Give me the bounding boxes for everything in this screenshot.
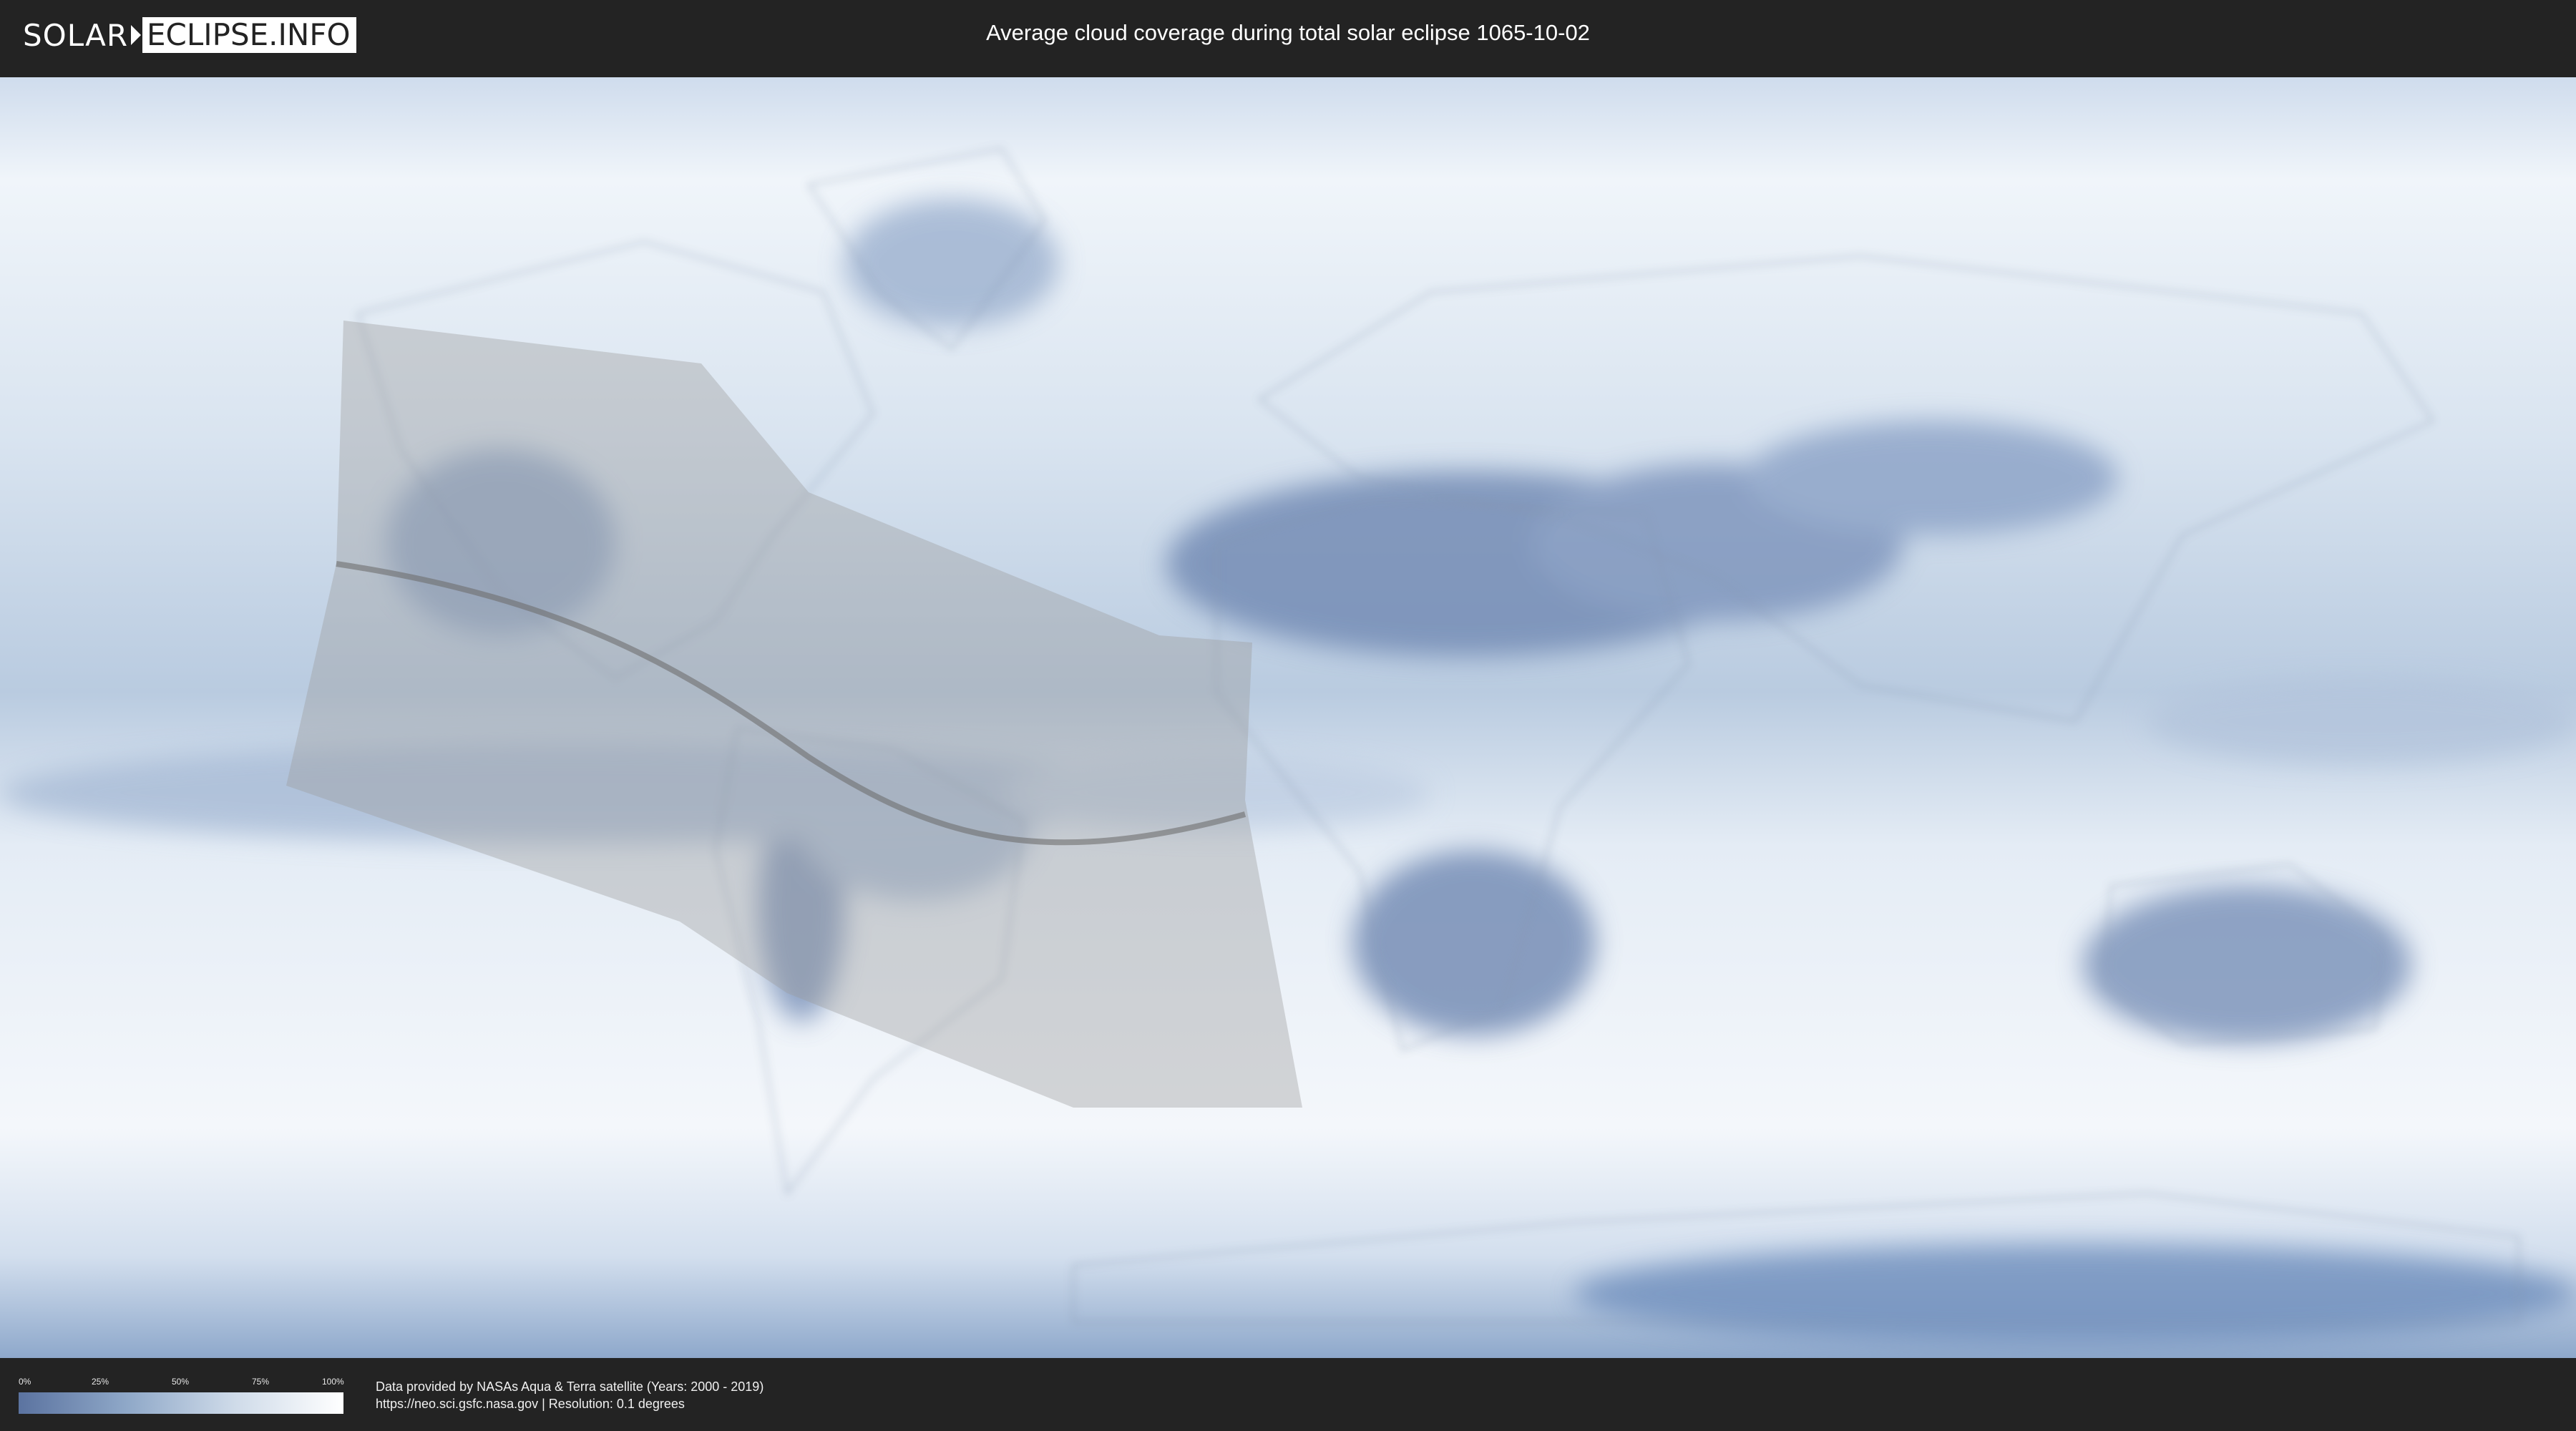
cloud-coverage-legend-bar: [19, 1392, 343, 1414]
legend-tick-100: 100%: [322, 1377, 344, 1387]
data-credit: Data provided by NASAs Aqua & Terra sate…: [376, 1379, 764, 1394]
footer-bar: [0, 1359, 2576, 1431]
legend-tick-25: 25%: [92, 1377, 109, 1387]
top-bar: SOLAR ECLIPSE.INFO Average cloud coverag…: [0, 0, 2576, 73]
cloud-coverage-map[interactable]: [0, 77, 2576, 1358]
legend-tick-50: 50%: [172, 1377, 190, 1387]
legend-tick-0: 0%: [19, 1377, 31, 1387]
data-source-link[interactable]: https://neo.sci.gsfc.nasa.gov | Resoluti…: [376, 1397, 685, 1412]
legend-tick-75: 75%: [252, 1377, 270, 1387]
page-title: Average cloud coverage during total sola…: [986, 20, 1590, 45]
